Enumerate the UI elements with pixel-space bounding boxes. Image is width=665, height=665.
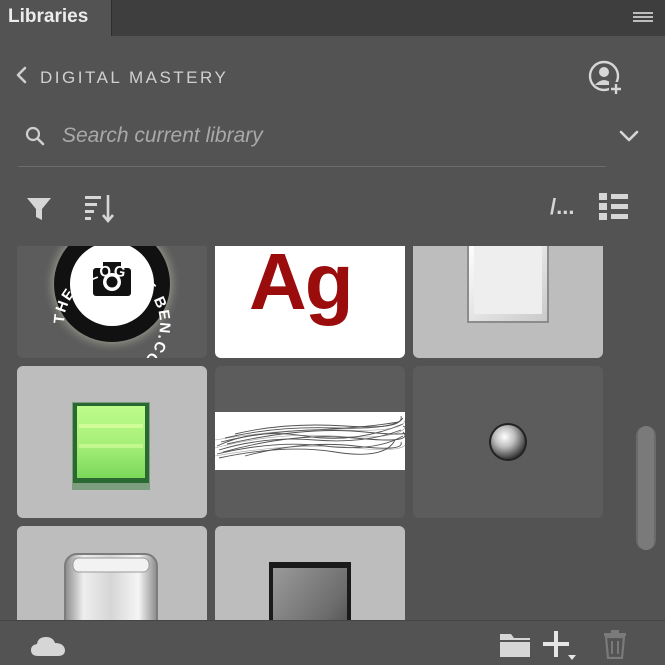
plus-icon[interactable] — [542, 629, 578, 661]
list-view-icon[interactable] — [598, 192, 630, 222]
asset-tile-glass-cylinder[interactable] — [17, 526, 207, 620]
vertical-scrollbar[interactable] — [636, 426, 656, 550]
panel-footer — [0, 620, 665, 665]
chevron-left-icon[interactable] — [14, 66, 30, 84]
glass-cylinder-graphic — [64, 553, 158, 620]
funnel-icon[interactable] — [26, 196, 52, 222]
search-bar — [18, 114, 606, 167]
green-square-graphic — [72, 402, 150, 490]
character-style-sample: Ag — [249, 246, 354, 326]
asset-tile-character-style[interactable]: Ag — [215, 246, 405, 358]
sort-icon[interactable] — [84, 192, 116, 224]
cloud-icon[interactable] — [30, 635, 66, 657]
add-user-icon[interactable] — [588, 60, 624, 96]
seal-logo: THE BLOG OF BEN.COM — [42, 246, 182, 358]
asset-grid[interactable]: THE BLOG OF BEN.COM Ag — [0, 246, 665, 620]
chevron-down-icon[interactable] — [618, 128, 640, 144]
asset-tile-chrome-ball[interactable] — [413, 366, 603, 518]
path-button[interactable]: /... — [550, 194, 574, 220]
asset-tile-blog-of-ben-logo[interactable]: THE BLOG OF BEN.COM — [17, 246, 207, 358]
search-input[interactable] — [60, 120, 544, 152]
asset-tile-brush-stroke[interactable] — [215, 366, 405, 518]
white-square-graphic — [467, 246, 549, 323]
library-header: DIGITAL MASTERY /... — [0, 36, 665, 246]
tab-libraries[interactable]: Libraries — [0, 0, 112, 36]
folder-icon[interactable] — [498, 631, 532, 659]
tab-libraries-label: Libraries — [8, 6, 89, 27]
dark-square-graphic — [269, 562, 351, 620]
chrome-ball-graphic — [489, 423, 527, 461]
asset-tile-green-glass-square[interactable] — [17, 366, 207, 518]
scrollbar-thumb[interactable] — [638, 426, 654, 550]
asset-tile-dark-metal-square[interactable] — [215, 526, 405, 620]
pencil-stroke-graphic — [215, 412, 405, 470]
library-name: DIGITAL MASTERY — [40, 68, 229, 87]
magnifier-icon — [25, 126, 45, 146]
asset-tile-white-square-button[interactable] — [413, 246, 603, 358]
panel-tabbar: Libraries — [0, 0, 665, 36]
trash-icon — [604, 630, 626, 659]
hamburger-menu-icon[interactable] — [633, 12, 653, 24]
